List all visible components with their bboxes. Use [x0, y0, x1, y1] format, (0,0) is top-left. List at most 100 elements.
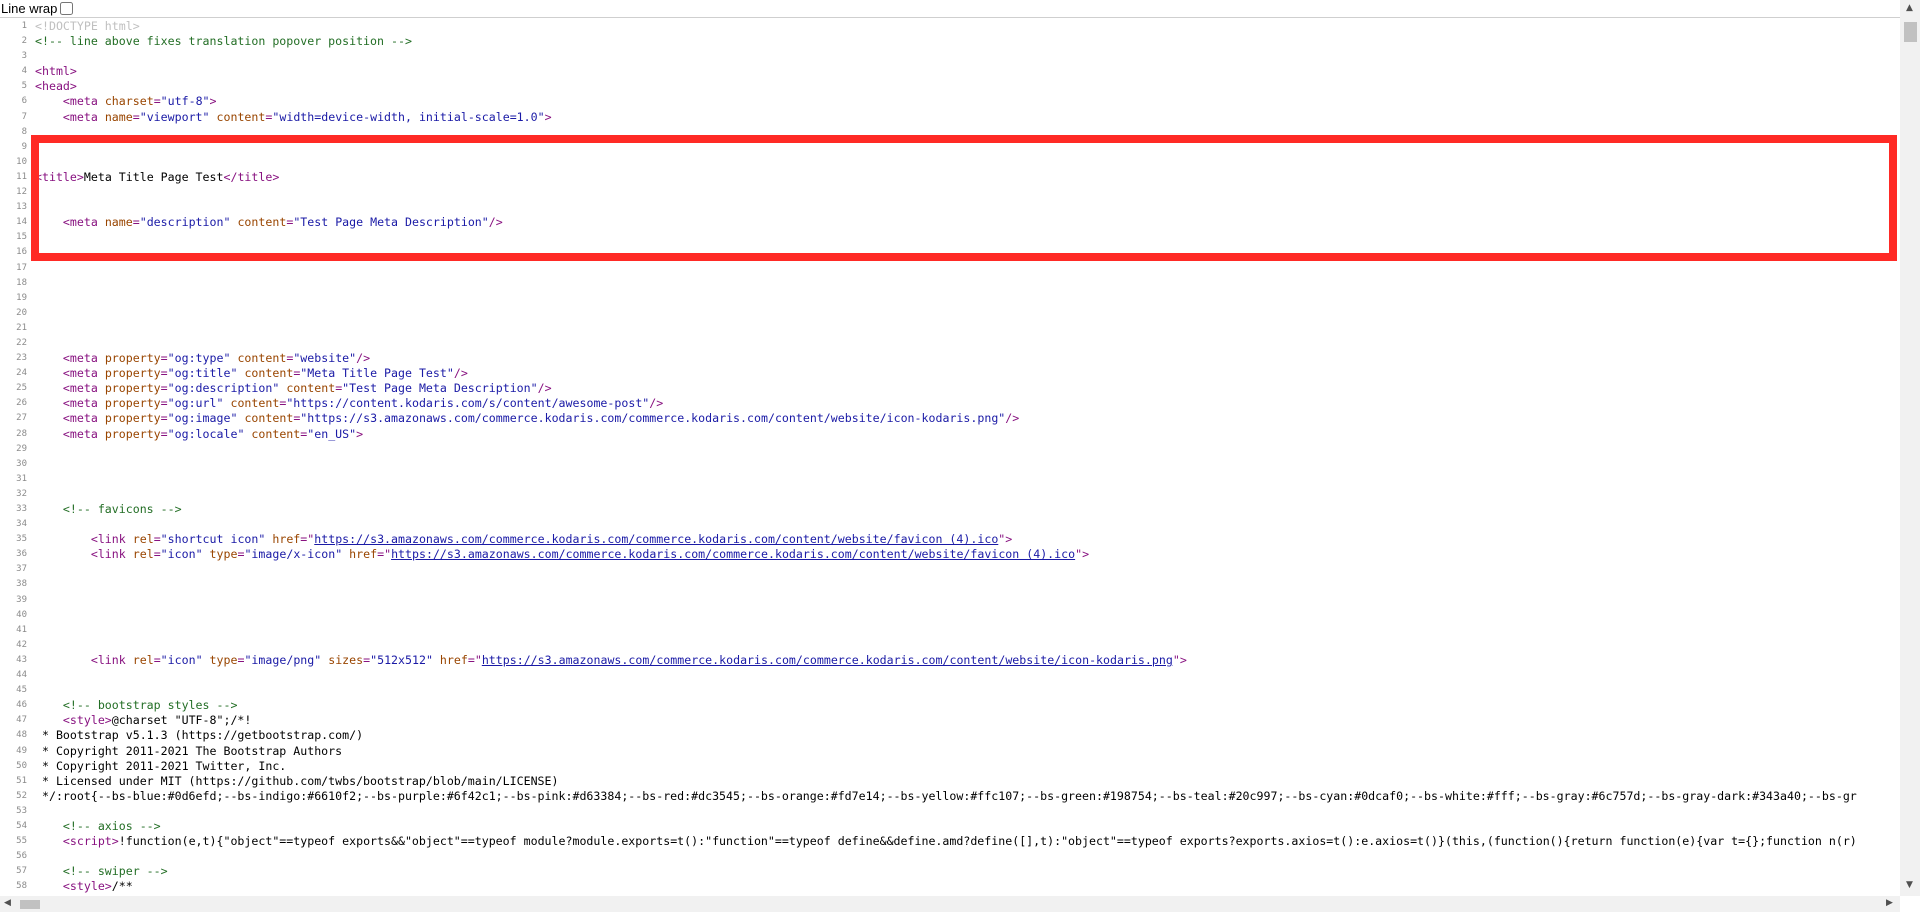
line-number: 23	[16, 353, 27, 364]
code-line: 31	[0, 472, 1900, 487]
vertical-scroll-thumb[interactable]	[1904, 22, 1917, 42]
code-line: 27 <meta property="og:image" content="ht…	[0, 411, 1900, 426]
code-token: <style>	[62, 713, 112, 728]
code-line: 2 <!-- line above fixes translation popov…	[0, 34, 1900, 49]
line-number: 31	[16, 473, 27, 484]
code-token: property	[104, 411, 161, 426]
code-line: 7 <meta name="viewport" content="width=d…	[0, 110, 1900, 125]
code-text: * Copyright 2011-2021 Twitter, Inc.	[35, 759, 1900, 774]
code-token: Meta Title Page Test	[83, 169, 224, 184]
code-token: "og:type"	[167, 351, 231, 366]
line-number: 16	[16, 247, 27, 258]
line-number: 30	[16, 458, 27, 469]
code-text: <script>!function(e,t){"object"==typeof …	[35, 834, 1900, 849]
code-token: />	[356, 351, 371, 366]
code-text: <title>Meta Title Page Test</title>	[35, 170, 1900, 185]
line-number: 55	[16, 836, 27, 847]
code-token: content	[286, 381, 336, 396]
code-token: rel	[132, 547, 154, 562]
code-line: 46 <!-- bootstrap styles -->	[0, 698, 1900, 713]
horizontal-scroll-thumb[interactable]	[20, 900, 40, 909]
code-token: ">	[998, 532, 1013, 547]
line-number: 44	[16, 670, 27, 681]
code-line: 17	[0, 261, 1900, 276]
code-line: 16	[0, 245, 1900, 260]
code-text: */:root{--bs-blue:#0d6efd;--bs-indigo:#6…	[35, 789, 1900, 804]
code-token: <script>	[62, 834, 119, 849]
code-text: * Bootstrap v5.1.3 (https://getbootstrap…	[35, 728, 1900, 743]
line-wrap-toggle[interactable]: Line wrap	[0, 1, 74, 16]
code-token: =	[160, 411, 168, 426]
code-token: "utf-8"	[160, 94, 210, 109]
code-token: href	[349, 547, 378, 562]
line-wrap-checkbox[interactable]	[60, 2, 74, 15]
line-number: 12	[16, 187, 27, 198]
line-number: 13	[16, 202, 27, 213]
code-token: "Test Page Meta Description"	[342, 381, 538, 396]
code-token: <style>	[62, 879, 112, 894]
code-line: 54 <!-- axios -->	[0, 819, 1900, 834]
code-line: 30	[0, 457, 1900, 472]
scroll-left-icon[interactable]: ◀	[4, 898, 11, 908]
code-token: >	[209, 94, 217, 109]
code-text: <!DOCTYPE html>	[35, 19, 1900, 34]
code-text: <link rel="icon" type="image/x-icon" hre…	[35, 547, 1900, 562]
code-link[interactable]: https://s3.amazonaws.com/commerce.kodari…	[482, 653, 1173, 667]
code-token: * Copyright 2011-2021 The Bootstrap Auth…	[35, 743, 343, 758]
code-token: content	[216, 109, 266, 124]
line-number: 56	[16, 851, 27, 862]
code-link[interactable]: https://s3.amazonaws.com/commerce.kodari…	[391, 547, 1075, 561]
code-line: 33 <!-- favicons -->	[0, 502, 1900, 517]
code-line: 49 * Copyright 2011-2021 The Bootstrap A…	[0, 744, 1900, 759]
code-token: <link	[90, 652, 133, 667]
code-token: ="	[467, 652, 482, 667]
code-token: "https://s3.amazonaws.com/commerce.kodar…	[300, 411, 1006, 426]
vertical-scrollbar[interactable]: ▲ ▼	[1900, 0, 1920, 896]
code-token: </title>	[223, 169, 280, 184]
code-line: 39	[0, 593, 1900, 608]
code-token: />	[488, 215, 503, 230]
code-token: =	[153, 94, 161, 109]
line-number: 22	[16, 337, 27, 348]
code-text: <meta property="og:image" content="https…	[35, 411, 1900, 426]
code-token: name	[104, 215, 133, 230]
code-token: =	[132, 215, 140, 230]
code-token: >	[544, 109, 552, 124]
horizontal-scrollbar[interactable]: ◀ ▶	[0, 896, 1900, 912]
line-number: 26	[16, 398, 27, 409]
line-number: 27	[16, 413, 27, 424]
code-line: 34	[0, 517, 1900, 532]
code-token: name	[104, 109, 133, 124]
scroll-down-icon[interactable]: ▼	[1906, 880, 1913, 890]
line-number: 57	[16, 866, 27, 877]
code-text: <meta property="og:type" content="websit…	[35, 351, 1900, 366]
code-text: <link rel="shortcut icon" href="https://…	[35, 532, 1900, 547]
code-line: 14 <meta name="description" content="Tes…	[0, 215, 1900, 230]
line-number: 17	[16, 262, 27, 273]
line-number: 9	[21, 141, 27, 152]
code-text: <meta property="og:title" content="Meta …	[35, 366, 1900, 381]
code-token: "icon"	[160, 547, 203, 562]
scroll-up-icon[interactable]: ▲	[1906, 3, 1913, 13]
line-number: 42	[16, 639, 27, 650]
scroll-right-icon[interactable]: ▶	[1886, 898, 1893, 908]
code-token: <meta	[62, 215, 105, 230]
code-link[interactable]: https://s3.amazonaws.com/commerce.kodari…	[314, 532, 998, 546]
code-token: =	[160, 381, 168, 396]
code-line: 8	[0, 125, 1900, 140]
